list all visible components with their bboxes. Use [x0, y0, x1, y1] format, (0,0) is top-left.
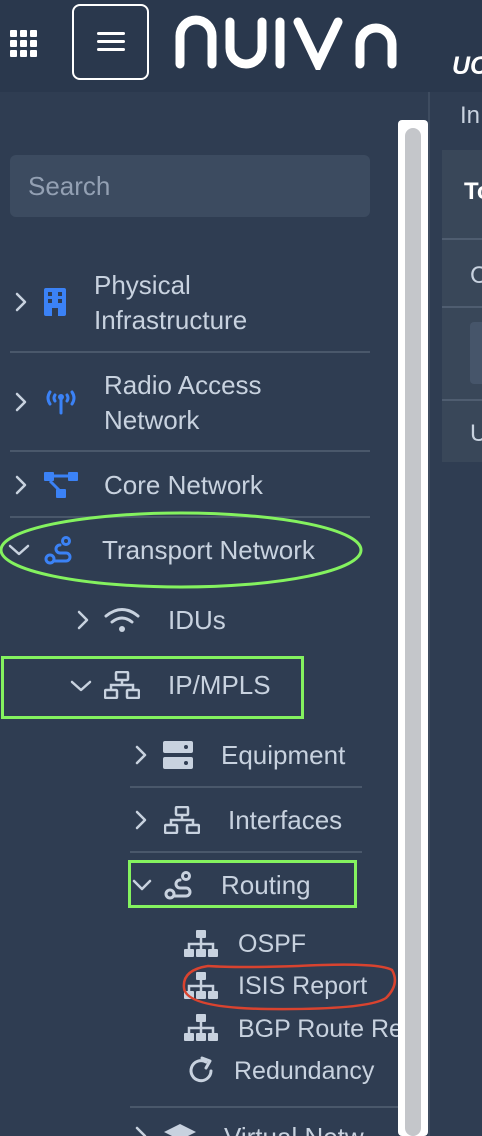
divider — [130, 786, 362, 788]
panel-divider — [428, 92, 430, 1136]
card-divider — [442, 306, 482, 308]
card-divider — [442, 238, 482, 240]
card-divider — [442, 399, 482, 401]
card-control-partial[interactable] — [470, 322, 482, 384]
chevron-right-icon — [135, 1126, 147, 1136]
hamburger-icon — [97, 32, 125, 51]
annotation-red-circle — [182, 963, 397, 1011]
chevron-right-icon — [15, 475, 27, 495]
nav-label-core-network: Core Network — [104, 470, 263, 500]
chevron-right-icon — [135, 745, 147, 765]
menu-toggle-button[interactable] — [72, 4, 149, 80]
chevron-right-icon — [15, 392, 27, 412]
building-icon — [44, 288, 66, 316]
annotation-green-box — [1, 656, 304, 719]
nav-label-equipment: Equipment — [221, 740, 346, 770]
antenna-icon — [46, 390, 76, 415]
hierarchy-icon — [184, 930, 218, 957]
chevron-right-icon — [15, 292, 27, 312]
card-row-partial: C — [470, 262, 482, 289]
top-bar: UC — [0, 0, 482, 92]
breadcrumb-partial[interactable]: In — [460, 102, 480, 130]
nav-label-ran-line1: Radio Access — [104, 370, 262, 400]
page-title-partial: UC — [452, 52, 482, 80]
nav-label-bgp-route: BGP Route Re — [238, 1015, 398, 1043]
nav-label-physical-line2: Infrastructure — [94, 305, 248, 335]
chevron-right-icon — [135, 810, 147, 830]
nav-label-idus: IDUs — [168, 605, 226, 635]
sidebar-scrollbar-thumb[interactable] — [405, 128, 421, 1136]
annotation-green-ellipse — [0, 511, 363, 589]
search-input[interactable] — [10, 155, 370, 217]
divider — [10, 450, 370, 452]
nav-label-physical-line1: Physical — [94, 270, 191, 300]
nav-label-ran-line2: Network — [104, 405, 200, 435]
apps-grid-icon[interactable] — [10, 30, 38, 58]
hierarchy-icon — [184, 1014, 218, 1041]
divider — [130, 851, 362, 853]
wifi-icon — [104, 608, 140, 632]
nav-label-interfaces: Interfaces — [228, 805, 343, 835]
nav-label-redundancy: Redundancy — [234, 1057, 375, 1085]
nav-label-ospf: OSPF — [238, 930, 307, 958]
divider — [130, 1106, 398, 1108]
sitemap-icon — [164, 806, 200, 834]
refresh-icon — [189, 1056, 213, 1083]
divider — [10, 351, 370, 353]
server-icon — [163, 741, 193, 769]
nuiva-logo — [175, 15, 397, 70]
card-header-partial: To — [464, 178, 482, 205]
nav-label-virtual-network: Virtual Netw — [224, 1120, 394, 1136]
layers-icon — [164, 1124, 196, 1136]
card-row-partial: U — [470, 420, 482, 447]
chevron-right-icon — [77, 610, 89, 630]
annotation-green-box — [128, 860, 357, 908]
network-nodes-icon — [44, 472, 78, 498]
